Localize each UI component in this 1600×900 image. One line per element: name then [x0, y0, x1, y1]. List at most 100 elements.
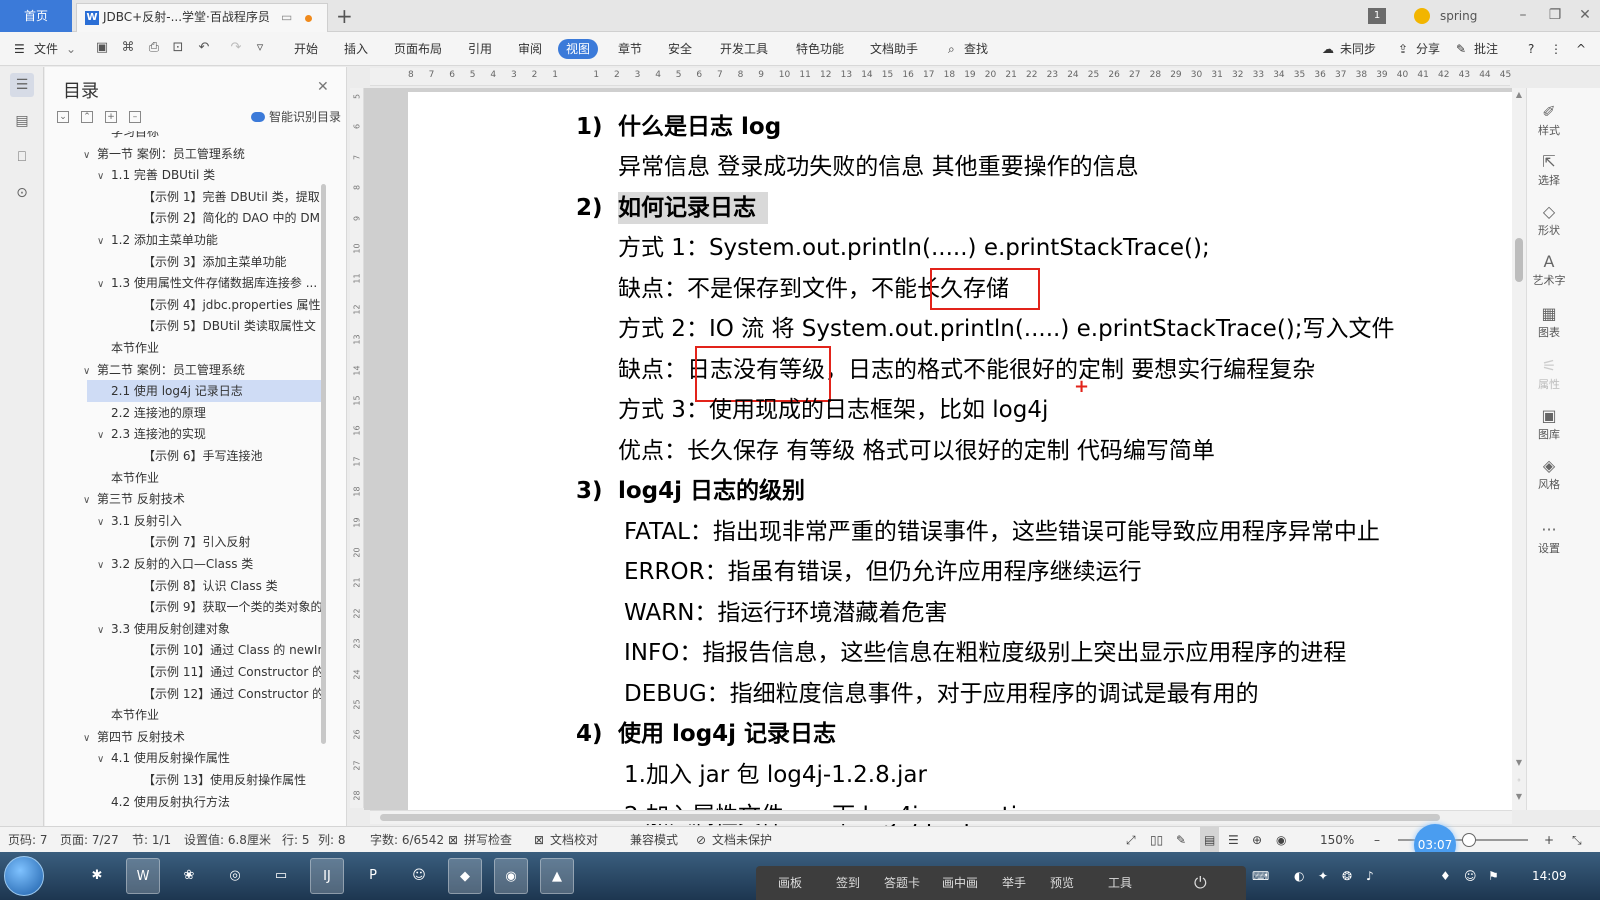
- user-name[interactable]: spring: [1440, 0, 1477, 32]
- comment-icon[interactable]: ✎: [1456, 32, 1466, 66]
- chevron-down-icon[interactable]: ∨: [97, 231, 111, 253]
- toc-item[interactable]: 学习目标: [97, 131, 159, 143]
- menu-chapter[interactable]: 章节: [618, 32, 642, 66]
- toc-item[interactable]: 2.1 使用 log4j 记录日志: [87, 380, 325, 403]
- menu-security[interactable]: 安全: [668, 32, 692, 66]
- pages-icon[interactable]: ▤: [10, 109, 34, 133]
- menu-developer[interactable]: 开发工具: [720, 32, 768, 66]
- menu-special[interactable]: 特色功能: [796, 32, 844, 66]
- vertical-scrollbar[interactable]: ▲ ▼ ◦ ▼: [1512, 88, 1526, 810]
- chevron-down-icon[interactable]: ∨: [97, 749, 111, 771]
- menu-review[interactable]: 审阅: [518, 32, 542, 66]
- write-mode-icon[interactable]: ✎: [1176, 827, 1186, 853]
- new-tab-button[interactable]: +: [336, 2, 353, 30]
- gallery-tool[interactable]: ▣ 图库: [1527, 406, 1571, 442]
- menu-doc-assistant[interactable]: 文档助手: [870, 32, 918, 66]
- redo-icon[interactable]: ↷: [228, 40, 244, 56]
- monitor-icon[interactable]: ▭: [281, 4, 292, 31]
- spell-check-button[interactable]: 拼写检查: [464, 827, 512, 853]
- status-section[interactable]: 节: 1/1: [132, 827, 171, 853]
- toc-item[interactable]: 【示例 10】通过 Class 的 newIn ...: [129, 639, 325, 661]
- toc-item[interactable]: 【示例 12】通过 Constructor 的 ...: [129, 683, 325, 705]
- taskbar-app-icon[interactable]: ❀: [172, 858, 206, 894]
- security-icon[interactable]: ❂: [1342, 852, 1352, 900]
- hscroll-thumb[interactable]: [380, 814, 1440, 821]
- select-tool[interactable]: ⇱ 选择: [1527, 152, 1571, 188]
- horizontal-ruler[interactable]: 8 7 6 5 4 3 2 1 1 2 3 4 5 6 7 8 9 10 11 12 13 14 15 16 17 18 19 20 2…: [370, 68, 1511, 86]
- toc-item[interactable]: 【示例 11】通过 Constructor 的 ...: [129, 661, 325, 683]
- volume-icon[interactable]: ♪: [1366, 852, 1374, 900]
- share-icon[interactable]: ⇪: [1398, 32, 1408, 66]
- prev-page-icon[interactable]: ◦: [1512, 776, 1526, 785]
- status-row[interactable]: 行: 5: [282, 827, 310, 853]
- toc-item[interactable]: 【示例 13】使用反射操作属性: [129, 769, 306, 791]
- add-heading-icon[interactable]: +: [105, 111, 117, 123]
- share-button[interactable]: 分享: [1416, 32, 1440, 66]
- search-menu[interactable]: 查找: [964, 32, 988, 66]
- next-page-icon[interactable]: ▼: [1512, 792, 1526, 801]
- scroll-down-icon[interactable]: ▼: [1512, 758, 1526, 767]
- status-pages[interactable]: 页面: 7/27: [60, 827, 119, 853]
- toc-item[interactable]: ∨ 第三节 反射技术: [83, 488, 185, 510]
- start-button[interactable]: [4, 856, 44, 896]
- zoom-level[interactable]: 150%: [1320, 827, 1354, 853]
- taskbar-classroom-icon[interactable]: ▲: [540, 858, 574, 894]
- chevron-down-icon[interactable]: ∨: [83, 728, 97, 750]
- power-icon[interactable]: ⏻: [1194, 866, 1207, 900]
- find-icon[interactable]: ⊙: [10, 181, 34, 205]
- whiteboard-button[interactable]: 画板: [778, 866, 802, 900]
- eye-protect-icon[interactable]: ◉: [1276, 827, 1286, 853]
- toc-item[interactable]: ∨ 第一节 案例：员工管理系统: [83, 143, 245, 165]
- toc-item[interactable]: ∨ 1.2 添加主菜单功能: [97, 229, 218, 251]
- taskbar-browser-icon[interactable]: ◉: [494, 858, 528, 894]
- close-icon[interactable]: ✕: [1570, 0, 1600, 32]
- more-icon[interactable]: ⋮: [1550, 32, 1562, 66]
- toc-item[interactable]: 【示例 8】认识 Class 类: [129, 575, 278, 597]
- save-icon[interactable]: ▣: [94, 40, 110, 56]
- chevron-down-icon[interactable]: ⌄: [66, 32, 76, 66]
- close-icon[interactable]: ✕: [317, 79, 329, 95]
- checkin-button[interactable]: 签到: [836, 866, 860, 900]
- toc-item[interactable]: ∨ 4.1 使用反射操作属性: [97, 747, 230, 769]
- expand-all-icon[interactable]: ⌃: [81, 111, 93, 123]
- collapse-ribbon-icon[interactable]: ^: [1576, 32, 1586, 66]
- shield-tray-icon[interactable]: ♦: [1440, 852, 1451, 900]
- toc-item[interactable]: ∨ 2.3 连接池的实现: [97, 423, 206, 445]
- taskbar-chrome-icon[interactable]: ◎: [218, 858, 252, 894]
- proofread-icon[interactable]: ⊠: [534, 827, 544, 853]
- toc-item[interactable]: ∨ 3.3 使用反射创建对象: [97, 618, 230, 640]
- outline-view-icon[interactable]: ☰: [1228, 827, 1239, 853]
- avatar[interactable]: [1414, 8, 1430, 24]
- fit-page-icon[interactable]: ⤡: [1572, 827, 1582, 853]
- toc-scrollbar[interactable]: [321, 184, 326, 744]
- menu-reference[interactable]: 引用: [468, 32, 492, 66]
- status-words[interactable]: 字数: 6/6542: [370, 827, 444, 853]
- smart-toc-button[interactable]: 智能识别目录: [251, 108, 341, 125]
- print-preview-icon[interactable]: ⊡: [170, 40, 186, 56]
- status-col[interactable]: 列: 8: [318, 827, 346, 853]
- read-mode-icon[interactable]: ▯▯: [1150, 827, 1163, 853]
- flag-icon[interactable]: ⚑: [1488, 852, 1499, 900]
- sync-status[interactable]: 未同步: [1340, 32, 1376, 66]
- status-page[interactable]: 页码: 7: [8, 827, 48, 853]
- more-chevron-icon[interactable]: ▿: [252, 40, 268, 56]
- search-icon[interactable]: ⌕: [948, 32, 955, 66]
- page-view-icon[interactable]: ▤: [1200, 827, 1220, 853]
- toc-item[interactable]: 本节作业: [97, 467, 159, 489]
- zoom-in-icon[interactable]: +: [1544, 827, 1554, 853]
- toc-item[interactable]: 【示例 7】引入反射: [129, 531, 250, 553]
- tab-home[interactable]: 首页: [0, 0, 72, 32]
- toc-item[interactable]: ∨ 第二节 案例：员工管理系统: [83, 359, 245, 381]
- qq-tray-icon[interactable]: ☺: [1464, 852, 1477, 900]
- collapse-all-icon[interactable]: ⌄: [57, 111, 69, 123]
- toc-item[interactable]: 【示例 6】手写连接池: [129, 445, 262, 467]
- window-count-badge[interactable]: 1: [1368, 8, 1386, 24]
- taskbar-ppt-icon[interactable]: P: [356, 858, 390, 894]
- shield-icon[interactable]: ⊘: [696, 827, 706, 853]
- preview-button[interactable]: 预览: [1050, 866, 1074, 900]
- zoom-slider-handle[interactable]: [1462, 833, 1476, 847]
- toc-item[interactable]: ∨ 第四节 反射技术: [83, 726, 185, 748]
- toc-item[interactable]: 【示例 4】jdbc.properties 属性 ...: [129, 294, 325, 316]
- toc-item[interactable]: 【示例 2】简化的 DAO 中的 DM ...: [129, 207, 325, 229]
- tools-button[interactable]: 工具: [1108, 866, 1132, 900]
